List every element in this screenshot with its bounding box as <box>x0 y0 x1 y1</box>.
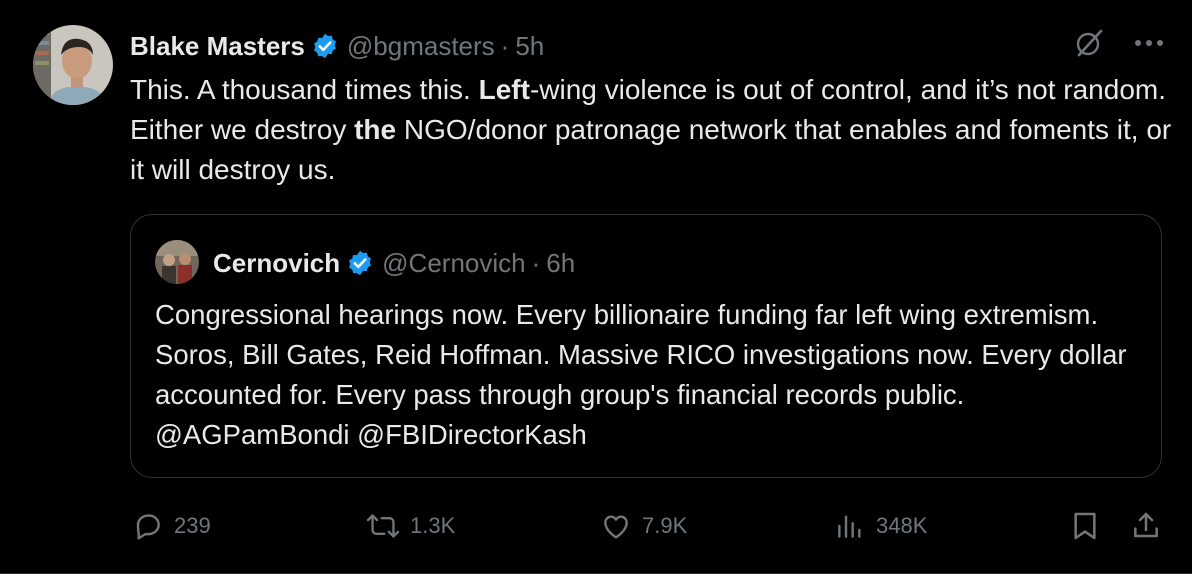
views-count: 348K <box>876 513 928 538</box>
author-name[interactable]: Blake Masters <box>130 31 305 62</box>
share-icon <box>1134 512 1158 538</box>
quote-text: Congressional hearings now. Every billio… <box>155 299 1135 450</box>
separator-dot: · <box>531 247 541 278</box>
reply-count: 239 <box>174 513 211 538</box>
separator-dot: · <box>500 30 510 61</box>
tweet-header: Blake Masters @bgmasters · 5h <box>130 28 544 64</box>
bookmark-icon <box>1074 512 1096 540</box>
verified-badge-icon <box>311 32 339 60</box>
tweet-text-bold: the <box>354 114 397 145</box>
verified-badge-icon <box>346 249 374 277</box>
more-icon[interactable] <box>1134 39 1164 47</box>
tweet-top-actions <box>1074 28 1164 58</box>
grok-icon[interactable] <box>1074 28 1104 58</box>
like-icon <box>604 515 628 539</box>
author-avatar[interactable] <box>33 25 113 105</box>
bookmark-button[interactable] <box>1070 510 1110 542</box>
views-button[interactable]: 348K <box>834 510 927 542</box>
quoted-tweet[interactable]: Cernovich @Cernovich · 6h Congressional … <box>130 214 1162 478</box>
tweet-action-bar: 239 1.3K 7.9K 348K <box>0 500 1192 550</box>
tweet-text: This. A thousand times this. Left-wing v… <box>130 70 1175 190</box>
author-handle[interactable]: @bgmasters <box>347 31 495 62</box>
quote-header: Cernovich @Cernovich · 6h <box>213 245 575 281</box>
tweet-timestamp[interactable]: 5h <box>515 31 544 62</box>
quote-avatar-image <box>155 240 199 284</box>
tweet-text-bold: Left <box>478 74 530 105</box>
repost-icon <box>366 514 400 538</box>
quote-author-avatar[interactable] <box>155 240 199 284</box>
quote-timestamp[interactable]: 6h <box>546 248 575 279</box>
share-button[interactable] <box>1130 510 1172 542</box>
repost-count: 1.3K <box>410 513 456 538</box>
quote-author-handle[interactable]: @Cernovich <box>382 248 525 279</box>
like-button[interactable]: 7.9K <box>600 510 687 542</box>
reply-icon <box>136 514 160 540</box>
views-icon <box>838 515 861 538</box>
author-avatar-image <box>33 25 113 105</box>
quote-author-name[interactable]: Cernovich <box>213 248 340 279</box>
reply-button[interactable]: 239 <box>132 510 211 542</box>
like-count: 7.9K <box>642 513 688 538</box>
repost-button[interactable]: 1.3K <box>366 510 455 542</box>
tweet-text-part: This. A thousand times this. <box>130 74 479 105</box>
